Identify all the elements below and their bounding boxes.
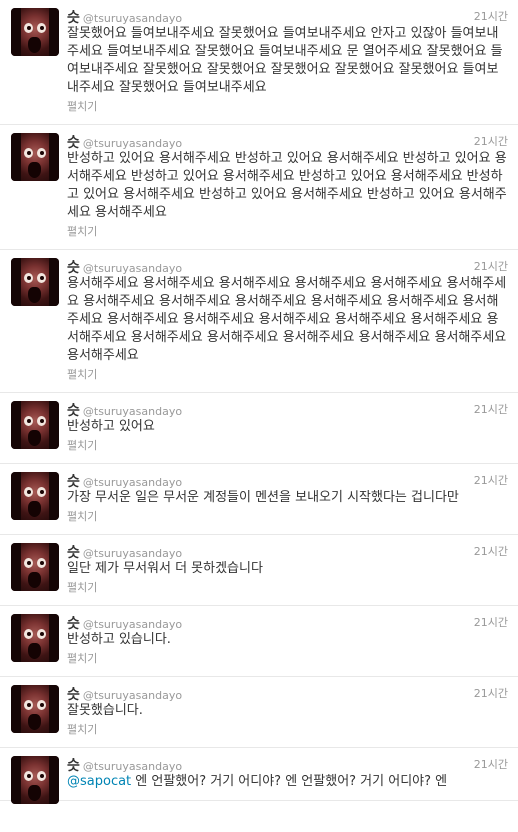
tweet-header: 슷 @tsuruyasandayo 21시간 — [67, 471, 508, 491]
expand-link[interactable]: 펼치기 — [67, 99, 508, 115]
tweet-text: 가장 무서운 일은 무서운 계정들이 멘션을 보내오기 시작했다는 겁니다만 — [67, 490, 459, 505]
avatar[interactable] — [11, 614, 59, 662]
tweet-timestamp[interactable]: 21시간 — [474, 7, 508, 27]
tweet-header: 슷 @tsuruyasandayo 21시간 — [67, 755, 508, 775]
tweet-item[interactable]: 슷 @tsuruyasandayo 21시간 반성하고 있습니다. 펼치기 — [0, 606, 518, 677]
tweet-header: 슷 @tsuruyasandayo 21시간 — [67, 684, 508, 704]
tweet-item[interactable]: 슷 @tsuruyasandayo 21시간 잘못했어요 들여보내주세요 잘못했어… — [0, 0, 518, 125]
tweet-timestamp[interactable]: 21시간 — [474, 257, 508, 277]
user-handle[interactable]: @tsuruyasandayo — [83, 547, 182, 560]
tweet-timestamp[interactable]: 21시간 — [474, 542, 508, 562]
tweet-timeline: 슷 @tsuruyasandayo 21시간 잘못했어요 들여보내주세요 잘못했어… — [0, 0, 518, 804]
tweet-timestamp[interactable]: 21시간 — [474, 400, 508, 420]
user-handle[interactable]: @tsuruyasandayo — [83, 689, 182, 702]
tweet-text: @sapocat 엔 언팔했어? 거기 어디야? 엔 언팔했어? 거기 어디야?… — [67, 773, 508, 791]
tweet-text: 잘못했습니다. — [67, 703, 143, 718]
avatar[interactable] — [11, 8, 59, 56]
tweet-timestamp[interactable]: 21시간 — [474, 684, 508, 704]
tweet-header: 슷 @tsuruyasandayo 21시간 — [67, 400, 508, 420]
expand-link[interactable]: 펼치기 — [67, 509, 508, 525]
user-fullname[interactable]: 슷 — [67, 474, 80, 490]
user-fullname[interactable]: 슷 — [67, 758, 80, 774]
user-fullname[interactable]: 슷 — [67, 10, 80, 26]
user-handle[interactable]: @tsuruyasandayo — [83, 476, 182, 489]
tweet-timestamp[interactable]: 21시간 — [474, 755, 508, 775]
expand-link[interactable]: 펼치기 — [67, 651, 508, 667]
tweet-item[interactable]: 슷 @tsuruyasandayo 21시간 잘못했습니다. 펼치기 — [0, 677, 518, 748]
avatar[interactable] — [11, 133, 59, 181]
tweet-item[interactable]: 슷 @tsuruyasandayo 21시간 @sapocat 엔 언팔했어? 거… — [0, 748, 518, 804]
tweet-item[interactable]: 슷 @tsuruyasandayo 21시간 용서해주세요 용서해주세요 용서해주… — [0, 250, 518, 393]
user-handle[interactable]: @tsuruyasandayo — [83, 618, 182, 631]
avatar[interactable] — [11, 543, 59, 591]
expand-link[interactable]: 펼치기 — [67, 367, 508, 383]
tweet-header: 슷 @tsuruyasandayo 21시간 — [67, 7, 508, 27]
user-handle[interactable]: @tsuruyasandayo — [83, 12, 182, 25]
user-fullname[interactable]: 슷 — [67, 135, 80, 151]
tweet-item[interactable]: 슷 @tsuruyasandayo 21시간 반성하고 있어요 펼치기 — [0, 393, 518, 464]
tweet-timestamp[interactable]: 21시간 — [474, 471, 508, 491]
avatar[interactable] — [11, 472, 59, 520]
expand-link[interactable]: 펼치기 — [67, 580, 508, 596]
tweet-text: 반성하고 있습니다. — [67, 632, 171, 647]
user-handle[interactable]: @tsuruyasandayo — [83, 760, 182, 773]
tweet-timestamp[interactable]: 21시간 — [474, 613, 508, 633]
tweet-header: 슷 @tsuruyasandayo 21시간 — [67, 132, 508, 152]
tweet-timestamp[interactable]: 21시간 — [474, 132, 508, 152]
user-handle[interactable]: @tsuruyasandayo — [83, 137, 182, 150]
mention-link[interactable]: @sapocat — [67, 774, 131, 789]
user-fullname[interactable]: 슷 — [67, 616, 80, 632]
tweet-item[interactable]: 슷 @tsuruyasandayo 21시간 가장 무서운 일은 무서운 계정들이… — [0, 464, 518, 535]
expand-link[interactable]: 펼치기 — [67, 224, 508, 240]
avatar[interactable] — [11, 685, 59, 733]
user-fullname[interactable]: 슷 — [67, 687, 80, 703]
tweet-header: 슷 @tsuruyasandayo 21시간 — [67, 542, 508, 562]
user-fullname[interactable]: 슷 — [67, 545, 80, 561]
tweet-text: 반성하고 있어요 — [67, 419, 155, 434]
tweet-header: 슷 @tsuruyasandayo 21시간 — [67, 257, 508, 277]
tweet-text-body: 엔 언팔했어? 거기 어디야? 엔 언팔했어? 거기 어디야? 엔 — [131, 774, 448, 789]
avatar[interactable] — [11, 401, 59, 449]
avatar[interactable] — [11, 258, 59, 306]
user-fullname[interactable]: 슷 — [67, 260, 80, 276]
expand-link[interactable]: 펼치기 — [67, 722, 508, 738]
user-handle[interactable]: @tsuruyasandayo — [83, 405, 182, 418]
tweet-text: 일단 제가 무서워서 더 못하겠습니다 — [67, 561, 263, 576]
tweet-item[interactable]: 슷 @tsuruyasandayo 21시간 일단 제가 무서워서 더 못하겠습니… — [0, 535, 518, 606]
tweet-text: 잘못했어요 들여보내주세요 잘못했어요 들여보내주세요 안자고 있잖아 들여보내… — [67, 26, 503, 95]
user-fullname[interactable]: 슷 — [67, 403, 80, 419]
expand-link[interactable]: 펼치기 — [67, 438, 508, 454]
tweet-text: 반성하고 있어요 용서해주세요 반성하고 있어요 용서해주세요 반성하고 있어요… — [67, 151, 507, 220]
user-handle[interactable]: @tsuruyasandayo — [83, 262, 182, 275]
tweet-text: 용서해주세요 용서해주세요 용서해주세요 용서해주세요 용서해주세요 용서해주세… — [67, 276, 507, 363]
tweet-header: 슷 @tsuruyasandayo 21시간 — [67, 613, 508, 633]
tweet-item[interactable]: 슷 @tsuruyasandayo 21시간 반성하고 있어요 용서해주세요 반성… — [0, 125, 518, 250]
avatar[interactable] — [11, 756, 59, 804]
